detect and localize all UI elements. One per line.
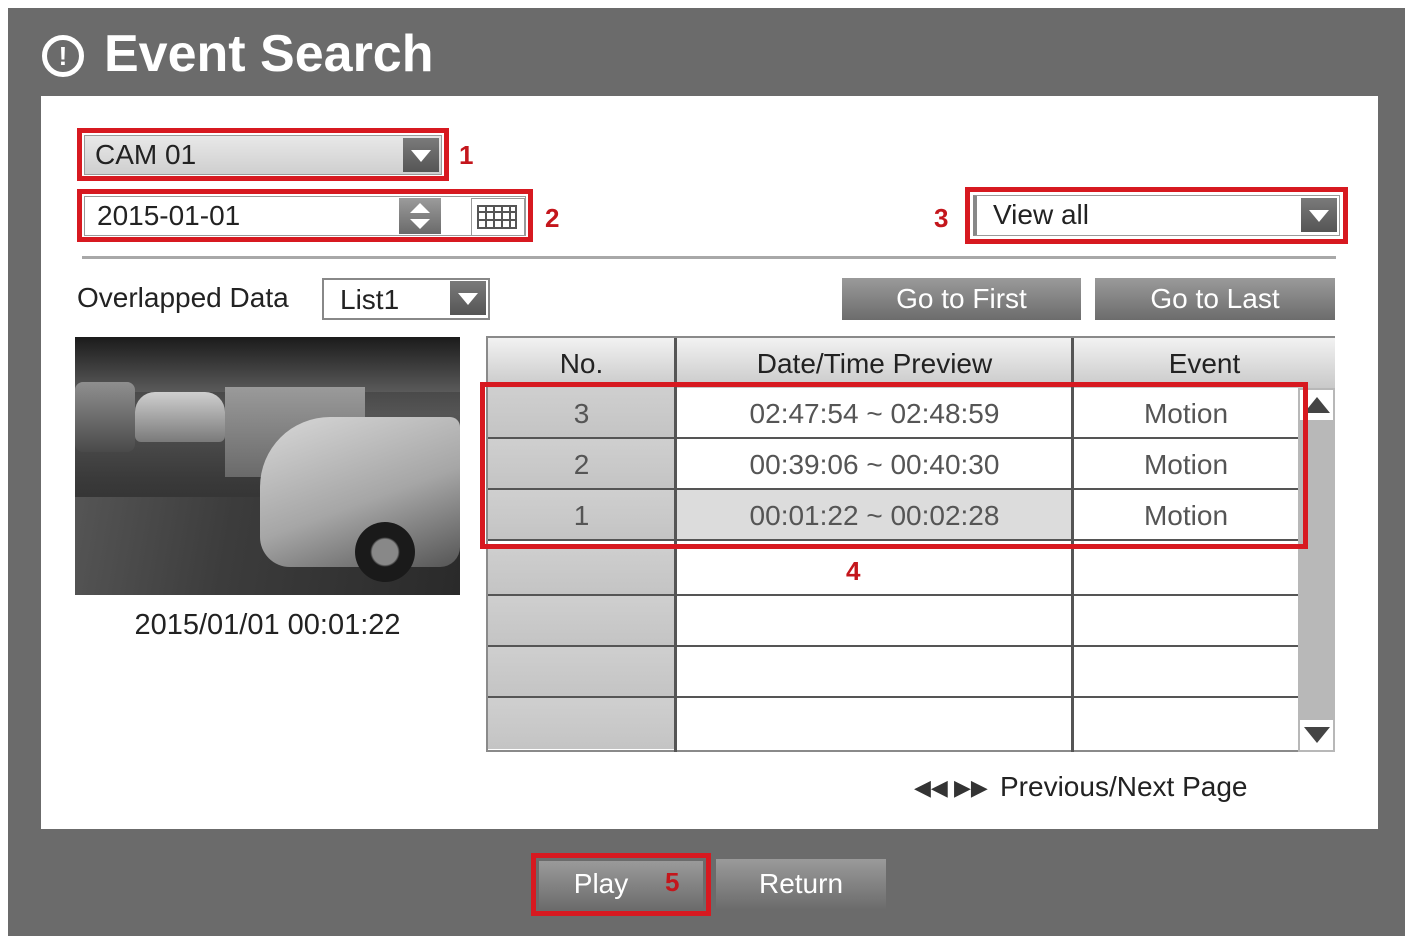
callout-number-4: 4: [846, 556, 861, 586]
chevron-down-icon[interactable]: [403, 138, 439, 172]
callout-number-3: 3: [934, 203, 949, 233]
chevron-down-icon[interactable]: [450, 281, 486, 315]
column-header-no: No.: [488, 338, 675, 388]
overlapped-data-select[interactable]: List1: [322, 278, 490, 320]
table-row-time[interactable]: [677, 545, 1072, 596]
table-row-event[interactable]: [1074, 698, 1298, 749]
calendar-button[interactable]: [471, 198, 525, 236]
table-row-time[interactable]: [677, 698, 1072, 749]
callout-box-4: [480, 382, 1308, 549]
camera-select-value: CAM 01: [95, 139, 197, 170]
divider: [82, 256, 1336, 259]
column-header-event: Event: [1074, 338, 1335, 388]
alert-circle-icon: !: [42, 35, 84, 77]
previous-next-page-icon[interactable]: ◀◀ ▶▶: [914, 771, 988, 805]
table-row-no[interactable]: [488, 596, 675, 647]
scroll-down-icon[interactable]: [1300, 720, 1333, 750]
table-row-event[interactable]: [1074, 596, 1298, 647]
date-field[interactable]: 2015-01-01: [84, 196, 526, 236]
column-header-datetime: Date/Time Preview: [677, 338, 1072, 388]
date-spinner[interactable]: [399, 198, 441, 234]
table-row-no[interactable]: [488, 545, 675, 596]
preview-timestamp: 2015/01/01 00:01:22: [134, 609, 401, 641]
callout-number-2: 2: [545, 203, 560, 233]
spin-up-icon[interactable]: [410, 203, 430, 213]
view-filter-select[interactable]: View all: [973, 195, 1340, 236]
table-row-event[interactable]: [1074, 545, 1298, 596]
overlapped-data-label: Overlapped Data: [77, 282, 289, 313]
camera-select[interactable]: CAM 01: [84, 135, 442, 175]
camera-preview-image: [75, 337, 460, 595]
go-to-last-button[interactable]: Go to Last: [1095, 278, 1335, 320]
go-to-first-button[interactable]: Go to First: [842, 278, 1081, 320]
return-button[interactable]: Return: [716, 859, 886, 909]
date-field-value: 2015-01-01: [97, 200, 241, 231]
play-button-label: Play: [573, 868, 629, 899]
previous-next-page-label: Previous/Next Page: [1000, 771, 1248, 802]
calendar-icon: [477, 205, 517, 229]
table-row-no[interactable]: [488, 647, 675, 698]
window-title: Event Search: [104, 25, 434, 83]
table-row-event[interactable]: [1074, 647, 1298, 698]
callout-number-1: 1: [459, 140, 474, 170]
table-row-no[interactable]: [488, 698, 675, 749]
table-row-time[interactable]: [677, 596, 1072, 647]
callout-number-5: 5: [665, 867, 680, 897]
spin-down-icon[interactable]: [410, 219, 430, 229]
chevron-down-icon[interactable]: [1301, 198, 1337, 232]
table-row-time[interactable]: [677, 647, 1072, 698]
overlapped-data-value: List1: [340, 284, 400, 315]
view-filter-value: View all: [993, 199, 1089, 230]
